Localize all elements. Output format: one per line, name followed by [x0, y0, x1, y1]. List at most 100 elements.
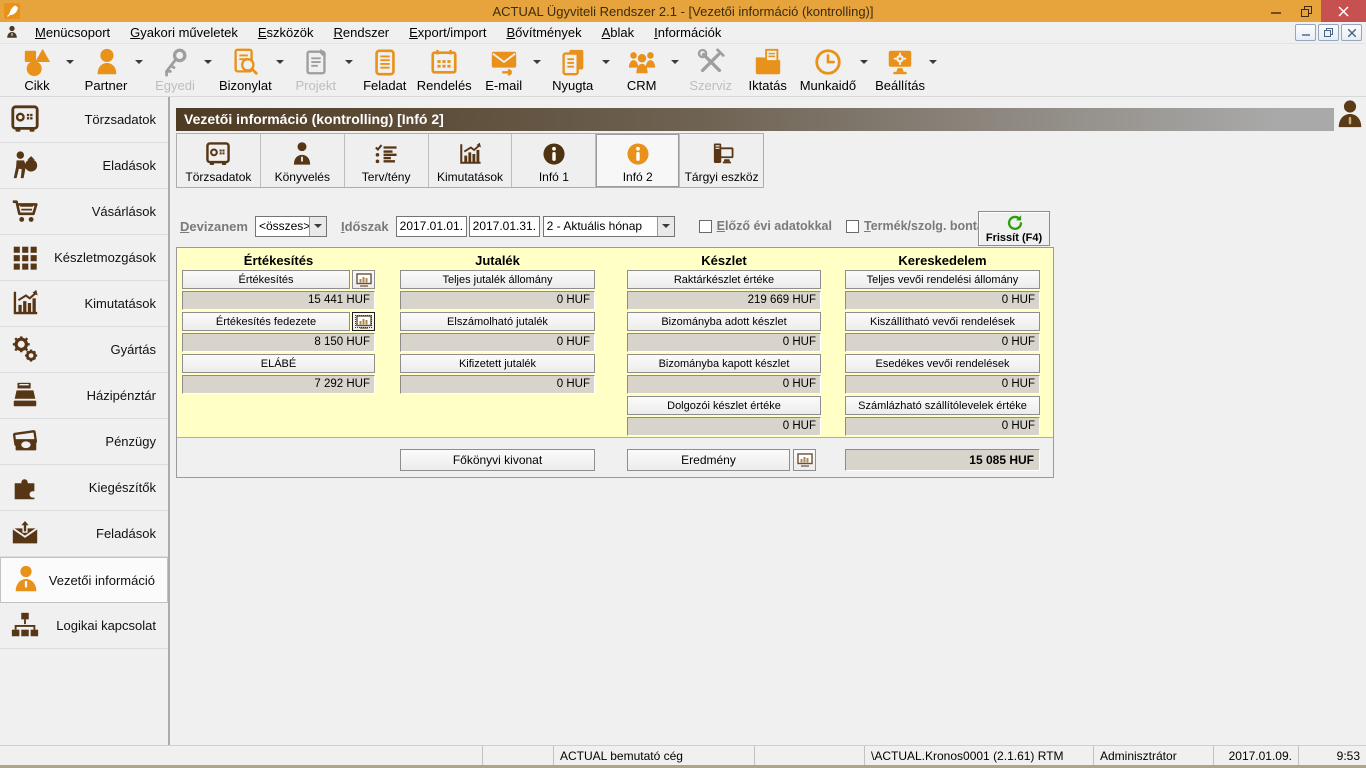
value-field: 219 669 HUF: [627, 291, 821, 310]
folder-icon: [753, 47, 783, 77]
period-select[interactable]: 2 - Aktuális hónap: [543, 216, 675, 237]
menu-export-import[interactable]: Export/import: [399, 22, 496, 44]
info-circle-icon: [541, 139, 567, 169]
value-field: 0 HUF: [400, 333, 595, 352]
sidebar-item-gyartas[interactable]: Gyártás: [0, 327, 168, 373]
sidebar-item-kimutatasok[interactable]: Kimutatások: [0, 281, 168, 327]
sidebar-item-keszletmozgasok[interactable]: Készletmozgások: [0, 235, 168, 281]
close-icon[interactable]: [1321, 0, 1366, 22]
bizomanyba-adott-button[interactable]: Bizományba adott készlet: [627, 312, 821, 331]
tab-info-2[interactable]: Infó 2: [596, 134, 680, 187]
refresh-button[interactable]: Frissít (F4): [978, 211, 1050, 246]
eredmeny-button[interactable]: Eredmény: [627, 449, 790, 471]
tab-targyi-eszkoz[interactable]: Tárgyi eszköz: [680, 134, 763, 187]
mdi-minimize-icon[interactable]: [1295, 24, 1316, 41]
toolbar-iktatas[interactable]: Iktatás: [741, 47, 795, 93]
raktarkeszlet-button[interactable]: Raktárkészlet értéke: [627, 270, 821, 289]
menu-ablak[interactable]: Ablak: [592, 22, 645, 44]
sidebar-item-logikai-kapcsolat[interactable]: Logikai kapcsolat: [0, 603, 168, 649]
prev-year-checkbox[interactable]: [699, 220, 712, 233]
sidebar-item-vasarlasok[interactable]: Vásárlások: [0, 189, 168, 235]
tab-kimutatasok[interactable]: Kimutatások: [429, 134, 513, 187]
sidebar-item-feladasok[interactable]: Feladások: [0, 511, 168, 557]
breakdown-checkbox[interactable]: [846, 220, 859, 233]
menu-bar: Menücsoport Gyakori műveletek Eszközök R…: [0, 22, 1366, 44]
currency-select[interactable]: <összes>: [255, 216, 327, 237]
bizomanyba-kapott-button[interactable]: Bizományba kapott készlet: [627, 354, 821, 373]
tab-torzsadatok[interactable]: Törzsadatok: [177, 134, 261, 187]
date-from-input[interactable]: [396, 216, 467, 237]
elszamolhato-jutalek-button[interactable]: Elszámolható jutalék: [400, 312, 595, 331]
mini-chart-button[interactable]: [352, 312, 375, 331]
value-field: 0 HUF: [400, 375, 595, 394]
sidebar-item-penzugy[interactable]: Pénzügy: [0, 419, 168, 465]
sidebar-item-vezetoi-informacio[interactable]: Vezetői információ: [0, 557, 168, 603]
toolbar-email[interactable]: E-mail: [477, 47, 543, 93]
menu-rendszer[interactable]: Rendszer: [323, 22, 399, 44]
tab-terv-teny[interactable]: Terv/tény: [345, 134, 429, 187]
sidebar-item-kiegeszitok[interactable]: Kiegészítők: [0, 465, 168, 511]
app-logo-icon[interactable]: [4, 3, 20, 19]
info-circle-icon: [625, 139, 651, 169]
mini-chart-button[interactable]: [793, 449, 816, 471]
sidebar-item-torzsadatok[interactable]: Törzsadatok: [0, 97, 168, 143]
toolbar-nyugta[interactable]: Nyugta: [546, 47, 612, 93]
fokonyvi-kivonat-button[interactable]: Főkönyvi kivonat: [400, 449, 595, 471]
controlling-panel: Értékesítés Értékesítés 15 441 HUF Érték…: [176, 247, 1054, 478]
date-to-input[interactable]: [469, 216, 540, 237]
kiszallithato-rendelesek-button[interactable]: Kiszállítható vevői rendelések: [845, 312, 1040, 331]
value-field: 0 HUF: [845, 333, 1040, 352]
chevron-down-icon[interactable]: [669, 60, 681, 68]
esedekes-rendelesek-button[interactable]: Esedékes vevői rendelések: [845, 354, 1040, 373]
szamlazhato-szallitolevelek-button[interactable]: Számlázható szállítólevelek értéke: [845, 396, 1040, 415]
value-field: 0 HUF: [845, 417, 1040, 436]
toolbar-rendeles[interactable]: Rendelés: [415, 47, 474, 93]
mdi-close-icon[interactable]: [1341, 24, 1362, 41]
toolbar-partner[interactable]: Partner: [79, 47, 145, 93]
child-window-system-icon[interactable]: [5, 25, 19, 40]
value-field: 8 150 HUF: [182, 333, 375, 352]
ertekesites-fedezete-button[interactable]: Értékesítés fedezete: [182, 312, 350, 331]
toolbar-cikk[interactable]: Cikk: [10, 47, 76, 93]
toolbar-feladat[interactable]: Feladat: [358, 47, 412, 93]
result-total-field: 15 085 HUF: [845, 449, 1040, 471]
restore-icon[interactable]: [1291, 0, 1321, 22]
ertekesites-button[interactable]: Értékesítés: [182, 270, 350, 289]
chevron-down-icon[interactable]: [133, 60, 145, 68]
menu-bovitmenyek[interactable]: Bővítmények: [496, 22, 591, 44]
value-field: 0 HUF: [627, 375, 821, 394]
chevron-down-icon[interactable]: [927, 60, 939, 68]
clock-icon: [813, 47, 843, 77]
tab-info-1[interactable]: Infó 1: [512, 134, 596, 187]
toolbar-bizonylat[interactable]: Bizonylat: [217, 47, 286, 93]
menu-gyakori-muveletek[interactable]: Gyakori műveletek: [120, 22, 248, 44]
toolbar-beallitas[interactable]: Beállítás: [873, 47, 939, 93]
document-search-icon: [230, 47, 260, 77]
menu-eszkozok[interactable]: Eszközök: [248, 22, 324, 44]
dolgozoi-keszlet-button[interactable]: Dolgozói készlet értéke: [627, 396, 821, 415]
kifizetett-jutalek-button[interactable]: Kifizetett jutalék: [400, 354, 595, 373]
cart-icon: [10, 196, 42, 228]
sidebar-item-eladasok[interactable]: Eladások: [0, 143, 168, 189]
menu-informaciok[interactable]: Információk: [644, 22, 731, 44]
document-pin-icon: [301, 47, 331, 77]
toolbar-munkaido[interactable]: Munkaidő: [798, 47, 870, 93]
chevron-down-icon[interactable]: [531, 60, 543, 68]
minimize-icon[interactable]: [1261, 0, 1291, 22]
mdi-restore-icon[interactable]: [1318, 24, 1339, 41]
value-field: 7 292 HUF: [182, 375, 375, 394]
toolbar-crm[interactable]: CRM: [615, 47, 681, 93]
menu-menucsoport[interactable]: Menücsoport: [25, 22, 120, 44]
chevron-down-icon[interactable]: [858, 60, 870, 68]
teljes-jutalek-button[interactable]: Teljes jutalék állomány: [400, 270, 595, 289]
chevron-down-icon[interactable]: [274, 60, 286, 68]
mini-chart-button[interactable]: [352, 270, 375, 289]
tab-konyveles[interactable]: Könyvelés: [261, 134, 345, 187]
elabe-button[interactable]: ELÁBÉ: [182, 354, 375, 373]
sidebar-item-hazipenztar[interactable]: Házipénztár: [0, 373, 168, 419]
teljes-vevoi-rendelesi-button[interactable]: Teljes vevői rendelési állomány: [845, 270, 1040, 289]
chevron-down-icon[interactable]: [64, 60, 76, 68]
chevron-down-icon[interactable]: [600, 60, 612, 68]
currency-label: Devizanem: [180, 219, 248, 234]
value-field: 0 HUF: [845, 291, 1040, 310]
